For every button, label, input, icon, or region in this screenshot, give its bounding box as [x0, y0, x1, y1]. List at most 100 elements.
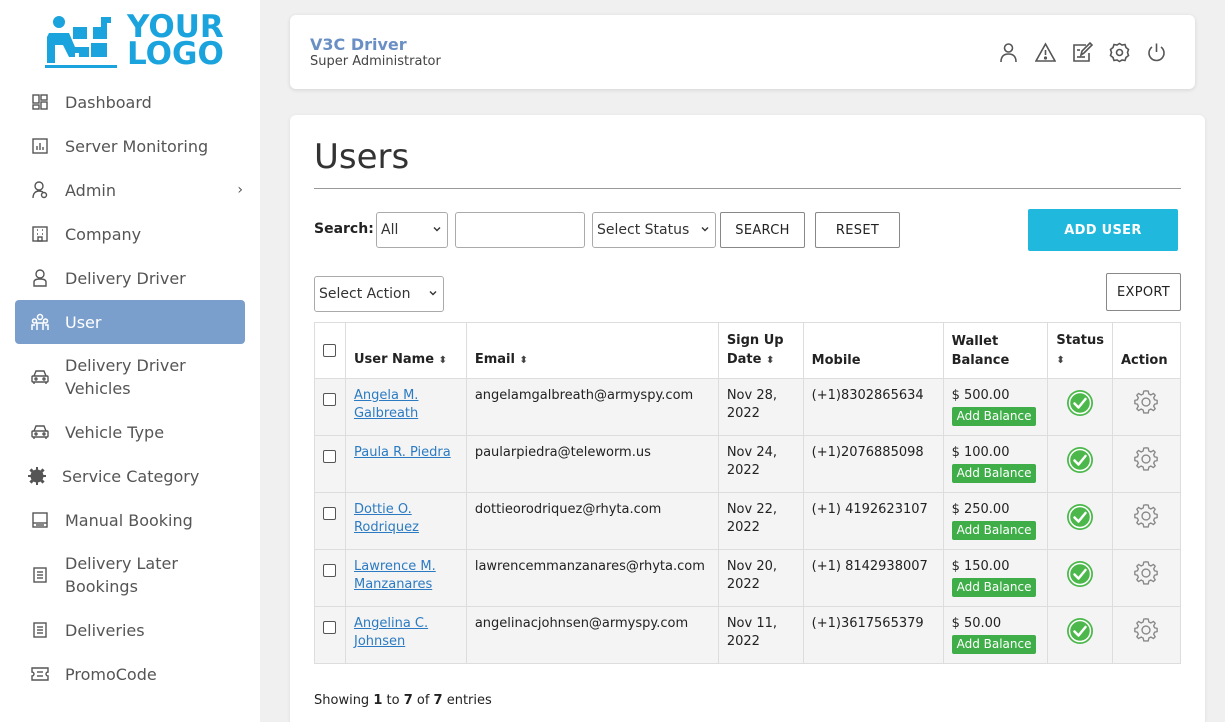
gear-icon[interactable] [1132, 503, 1160, 531]
chevron-right-icon: › [237, 182, 243, 198]
edit-icon[interactable] [1072, 41, 1094, 63]
gear-icon[interactable] [1132, 446, 1160, 474]
gear-icon[interactable] [1132, 560, 1160, 588]
sidebar-item-delivery-later-bookings[interactable]: Delivery Later Bookings [15, 552, 245, 598]
sort-icon: ⬍ [1056, 355, 1065, 366]
signup-date-cell: Nov 11, 2022 [717, 606, 804, 664]
sidebar-item-label: Delivery Driver [65, 268, 186, 288]
power-icon[interactable] [1146, 42, 1167, 63]
status-active-check-icon[interactable] [1066, 389, 1094, 417]
user-name-link[interactable]: Angelina C. Johnsen [354, 616, 428, 649]
col-status[interactable]: Status ⬍ [1047, 322, 1113, 379]
chevron-down-icon [429, 291, 437, 296]
col-action-label: Action [1120, 353, 1168, 368]
col-mobile-label: Mobile [811, 353, 861, 368]
col-signup-date[interactable]: Sign Up Date ⬍ [717, 322, 804, 379]
status-select[interactable]: Select Status [592, 212, 716, 248]
export-button[interactable]: EXPORT [1106, 273, 1181, 311]
status-cell [1047, 549, 1113, 607]
col-signup-label1: Sign Up [726, 333, 784, 348]
add-balance-button[interactable]: Add Balance [951, 521, 1037, 540]
warning-icon[interactable] [1034, 42, 1057, 63]
table-row: Paula R. Piedra paularpiedra@teleworm.us N… [314, 435, 1182, 493]
user-name-link[interactable]: Angela M. Galbreath [354, 388, 418, 421]
header-subtitle: Super Administrator [310, 54, 441, 69]
bulk-action-value: Select Action [319, 286, 411, 302]
car-icon [30, 367, 50, 387]
table-row: Angela M. Galbreath angelamgalbreath@armys… [314, 378, 1182, 436]
pagination-suffix: entries [442, 693, 492, 708]
col-username[interactable]: User Name ⬍ [344, 322, 467, 379]
row-checkbox[interactable] [323, 450, 336, 463]
sidebar-item-user[interactable]: User [15, 300, 245, 344]
settings-icon[interactable] [1109, 42, 1130, 63]
status-active-check-icon[interactable] [1066, 560, 1094, 588]
bulk-action-select[interactable]: Select Action [314, 276, 444, 312]
wallet-balance: $ 250.00 [951, 502, 1010, 517]
status-active-check-icon[interactable] [1066, 446, 1094, 474]
sidebar-item-label: PromoCode [65, 664, 157, 684]
row-checkbox[interactable] [323, 507, 336, 520]
sidebar-item-dashboard[interactable]: Dashboard [15, 88, 245, 116]
add-balance-button[interactable]: Add Balance [951, 578, 1037, 597]
user-name-link[interactable]: Lawrence M. Manzanares [354, 559, 436, 592]
search-scope-select[interactable]: All [376, 212, 448, 248]
sidebar-item-delivery-driver-vehicles[interactable]: Delivery Driver Vehicles [15, 354, 245, 400]
select-all-cell [314, 322, 346, 379]
row-checkbox[interactable] [323, 393, 336, 406]
add-balance-button[interactable]: Add Balance [951, 407, 1037, 426]
signup-date-line1: Nov 20, [726, 559, 777, 574]
wallet-cell: $ 50.00 Add Balance [942, 606, 1049, 664]
sidebar-item-server-monitoring[interactable]: Server Monitoring [15, 132, 245, 160]
sidebar-item-company[interactable]: Company [15, 220, 245, 248]
username-cell: Dottie O. Rodriquez [344, 492, 467, 550]
search-label: Search: [314, 221, 374, 237]
sidebar-item-delivery-driver[interactable]: Delivery Driver [15, 264, 245, 292]
status-active-check-icon[interactable] [1066, 503, 1094, 531]
select-all-checkbox[interactable] [323, 344, 336, 357]
wallet-cell: $ 100.00 Add Balance [942, 435, 1049, 493]
sidebar-item-promocode[interactable]: PromoCode [15, 660, 245, 688]
sidebar-item-admin[interactable]: Admin › [15, 176, 245, 204]
user-name-link[interactable]: Dottie O. Rodriquez [354, 502, 419, 535]
sidebar-item-deliveries[interactable]: Deliveries [15, 616, 245, 644]
sidebar-item-manual-booking[interactable]: Manual Booking [15, 506, 245, 534]
sidebar-item-vehicle-type[interactable]: Vehicle Type [15, 418, 245, 446]
status-active-check-icon[interactable] [1066, 617, 1094, 645]
signup-date-line2: 2022 [726, 463, 760, 478]
logo[interactable]: YOUR LOGO [45, 12, 225, 70]
reset-button[interactable]: RESET [815, 212, 900, 248]
add-balance-button[interactable]: Add Balance [951, 635, 1037, 654]
user-name-line1: Lawrence M. [353, 559, 436, 574]
sidebar-item-service-category[interactable]: Service Category [15, 462, 245, 490]
users-group-icon [30, 312, 50, 332]
sidebar-item-label: User [65, 312, 102, 332]
building-icon [30, 224, 50, 244]
search-button[interactable]: SEARCH [720, 212, 805, 248]
signup-date-line2: 2022 [726, 520, 760, 535]
user-name-line2: Manzanares [353, 577, 433, 592]
search-scope-value: All [381, 222, 399, 238]
sidebar-item-label: Server Monitoring [65, 136, 209, 156]
row-select-cell [314, 606, 346, 664]
user-icon[interactable] [998, 42, 1019, 63]
wallet-cell: $ 500.00 Add Balance [942, 378, 1049, 436]
col-email[interactable]: Email ⬍ [465, 322, 719, 379]
gear-icon[interactable] [1132, 617, 1160, 645]
add-user-button[interactable]: ADD USER [1028, 209, 1178, 251]
sort-icon: ⬍ [438, 355, 447, 366]
row-checkbox[interactable] [323, 621, 336, 634]
users-table: User Name ⬍ Email ⬍ Sign Up Date ⬍ Mobile… [314, 322, 1182, 664]
logo-text: YOUR LOGO [127, 12, 224, 70]
user-name-line1: Paula R. Piedra [353, 445, 451, 460]
search-input[interactable] [455, 212, 585, 248]
signup-date-line1: Nov 11, [726, 616, 777, 631]
gear-icon[interactable] [1132, 389, 1160, 417]
action-cell [1111, 435, 1182, 493]
logo-delivery-icon [45, 13, 125, 69]
add-balance-button[interactable]: Add Balance [951, 464, 1037, 483]
user-name-line2: Galbreath [353, 406, 419, 421]
row-checkbox[interactable] [323, 564, 336, 577]
user-name-link[interactable]: Paula R. Piedra [354, 445, 451, 460]
signup-date-line2: 2022 [726, 406, 760, 421]
